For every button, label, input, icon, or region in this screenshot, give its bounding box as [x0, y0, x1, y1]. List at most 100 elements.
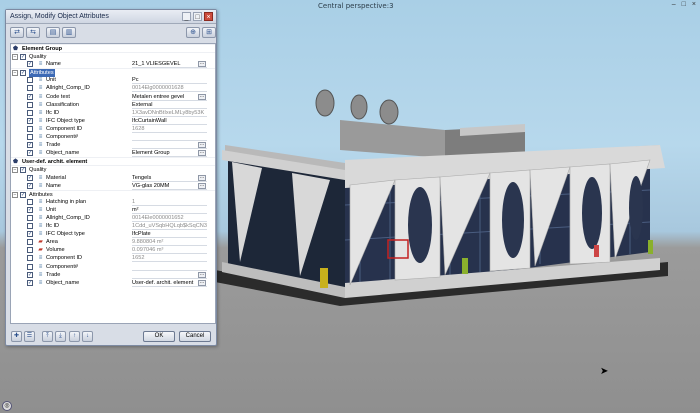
attribute-value[interactable] — [132, 133, 207, 142]
attribute-checkbox[interactable] — [27, 134, 33, 141]
attribute-checkbox[interactable] — [27, 198, 33, 205]
attribute-row[interactable]: ≡ Component ID 1652 — [11, 254, 215, 263]
new-attribute-icon[interactable]: ✚ — [11, 331, 22, 342]
attribute-checkbox[interactable] — [27, 101, 33, 108]
value-picker-icon[interactable]: … — [198, 271, 206, 278]
load-favorite-icon[interactable]: ⇄ — [10, 27, 24, 38]
attribute-row[interactable]: ✓ ≡ IFC Object type IfcCurtainWall — [11, 117, 215, 125]
attribute-row[interactable]: ≡ Hatching in plan 1 — [11, 198, 215, 206]
attribute-value[interactable]: Metalen entree gevel… — [132, 93, 207, 101]
attribute-value[interactable]: User-def. archit. element… — [132, 279, 207, 287]
attribute-row[interactable]: ▰ Volume 0.097046 m³ — [11, 246, 215, 255]
dialog-titlebar[interactable]: Assign, Modify Object Attributes _ □ × — [6, 10, 216, 24]
attribute-value[interactable]: m² — [132, 206, 207, 214]
attribute-value[interactable]: Pc — [132, 76, 207, 85]
attribute-checkbox[interactable] — [27, 263, 33, 270]
attribute-value[interactable]: … — [132, 271, 207, 279]
attribute-value[interactable]: 9.880804 m² — [132, 238, 207, 247]
attribute-value[interactable]: IfcPlate — [132, 230, 207, 239]
value-picker-icon[interactable]: … — [198, 279, 206, 286]
attribute-checkbox[interactable]: ✓ — [27, 279, 33, 286]
tree-group-row[interactable]: ⬟ User-def. archit. element — [11, 157, 215, 165]
move-down-icon[interactable]: ↓ — [82, 331, 93, 342]
ok-button[interactable]: OK — [143, 331, 175, 342]
attribute-row[interactable]: ≡ Allright_Comp_ID 0014Elg0000001628 — [11, 84, 215, 93]
tree-group-row[interactable]: − ✓ Quality — [11, 52, 215, 61]
tree-group-row[interactable]: − ✓ Attributes — [11, 189, 215, 198]
attribute-value[interactable]: VG-glas 20MM… — [132, 182, 207, 190]
attribute-row[interactable]: ✓ ≡ Name 21_1 VLIESGEVEL… — [11, 60, 215, 69]
attribute-checkbox[interactable] — [27, 77, 33, 84]
attribute-row[interactable]: ≡ Classification External — [11, 101, 215, 109]
attribute-row[interactable]: ≡ Component# — [11, 263, 215, 271]
attribute-row[interactable]: ▰ Area 9.880804 m² — [11, 238, 215, 247]
attribute-row[interactable]: ≡ Unit Pc — [11, 76, 215, 85]
dialog-maximize-button[interactable]: □ — [193, 12, 202, 21]
collapse-icon[interactable]: − — [12, 167, 18, 174]
attribute-value[interactable]: 1628 — [132, 125, 207, 133]
move-up-icon[interactable]: ↑ — [69, 331, 80, 342]
select-attribute-icon[interactable]: ⊞ — [202, 27, 216, 38]
attribute-checkbox[interactable]: ✓ — [27, 93, 33, 100]
attribute-value[interactable]: 0014Ele0000001652 — [132, 214, 207, 222]
minimize-icon[interactable]: – — [672, 1, 676, 8]
attribute-row[interactable]: ✓ ≡ Unit m² — [11, 206, 215, 214]
value-picker-icon[interactable]: … — [198, 182, 206, 189]
value-picker-icon[interactable]: … — [198, 150, 206, 157]
attribute-checkbox[interactable]: ✓ — [27, 117, 33, 124]
attribute-checkbox[interactable]: ✓ — [27, 231, 33, 238]
attribute-row[interactable]: ≡ Allright_Comp_ID 0014Ele0000001652 — [11, 214, 215, 222]
attribute-checkbox[interactable] — [27, 247, 33, 254]
attribute-value[interactable]: 1Cdd_uVSqbHQLqb$kSqCN3 — [132, 222, 207, 231]
value-picker-icon[interactable]: … — [198, 61, 206, 68]
copy-attributes-icon[interactable]: ▤ — [46, 27, 60, 38]
attribute-checkbox[interactable]: ✓ — [27, 271, 33, 278]
attribute-row[interactable]: ✓ ≡ IFC Object type IfcPlate — [11, 230, 215, 239]
attribute-value[interactable]: IfcCurtainWall — [132, 117, 207, 125]
top-icon[interactable]: ⤒ — [42, 331, 53, 342]
attribute-checkbox[interactable]: ✓ — [27, 150, 33, 157]
attribute-row[interactable]: ≡ Ifc ID 1Cdd_uVSqbHQLqb$kSqCN3 — [11, 222, 215, 231]
attribute-value[interactable] — [132, 263, 207, 271]
attribute-row[interactable]: ≡ Ifc ID 1X3avDNnBtIxeLMLy8by53K — [11, 109, 215, 117]
attribute-row[interactable]: ≡ Component# — [11, 133, 215, 142]
attribute-value[interactable]: … — [132, 141, 207, 150]
paste-attributes-icon[interactable]: ▥ — [62, 27, 76, 38]
attribute-checkbox[interactable] — [27, 255, 33, 262]
collapse-icon[interactable]: − — [12, 70, 18, 77]
attribute-checkbox[interactable]: ✓ — [27, 182, 33, 189]
attribute-checkbox[interactable] — [27, 85, 33, 92]
dialog-minimize-button[interactable]: _ — [182, 12, 191, 21]
attribute-row[interactable]: ✓ ≡ Trade… — [11, 271, 215, 279]
tree-group-row[interactable]: ⬟ Element Group — [11, 44, 215, 52]
attribute-value[interactable]: External — [132, 101, 207, 109]
attribute-list-icon[interactable]: ☰ — [24, 331, 35, 342]
attribute-value[interactable]: 1 — [132, 198, 207, 206]
attribute-checkbox[interactable]: ✓ — [27, 61, 33, 68]
attribute-checkbox[interactable] — [27, 214, 33, 221]
value-picker-icon[interactable]: … — [198, 93, 206, 100]
attribute-row[interactable]: ✓ ≡ Code text Metalen entree gevel… — [11, 93, 215, 101]
attribute-checkbox[interactable]: ✓ — [27, 174, 33, 181]
attribute-tree[interactable]: ⬟ Element Group − ✓ Quality ✓ ≡ Name 21_1 VLIESG… — [10, 43, 216, 324]
attribute-value[interactable]: 0.097046 m³ — [132, 246, 207, 255]
attribute-value[interactable]: 1652 — [132, 254, 207, 263]
value-picker-icon[interactable]: … — [198, 174, 206, 181]
attribute-value[interactable]: 1X3avDNnBtIxeLMLy8by53K — [132, 109, 207, 117]
attribute-value[interactable]: 21_1 VLIESGEVEL… — [132, 60, 207, 69]
attribute-row[interactable]: ✓ ≡ Trade… — [11, 141, 215, 150]
attribute-row[interactable]: ✓ ≡ Object_name User-def. archit. element… — [11, 279, 215, 287]
attribute-checkbox[interactable] — [27, 223, 33, 230]
value-picker-icon[interactable]: … — [198, 142, 206, 149]
attribute-checkbox[interactable] — [27, 125, 33, 132]
attribute-value[interactable]: Tengels… — [132, 174, 207, 182]
attribute-checkbox[interactable]: ✓ — [27, 206, 33, 213]
attribute-value[interactable]: Element Group… — [132, 149, 207, 158]
dialog-close-button[interactable]: × — [204, 12, 213, 21]
attribute-checkbox[interactable]: ✓ — [20, 191, 26, 198]
attribute-row[interactable]: ✓ ≡ Name VG-glas 20MM… — [11, 182, 215, 190]
tree-group-row[interactable]: − ✓ Quality — [11, 165, 215, 174]
attribute-checkbox[interactable]: ✓ — [27, 142, 33, 149]
collapse-icon[interactable]: − — [12, 191, 18, 198]
tree-group-row[interactable]: − ✓ Attributes — [11, 68, 215, 78]
